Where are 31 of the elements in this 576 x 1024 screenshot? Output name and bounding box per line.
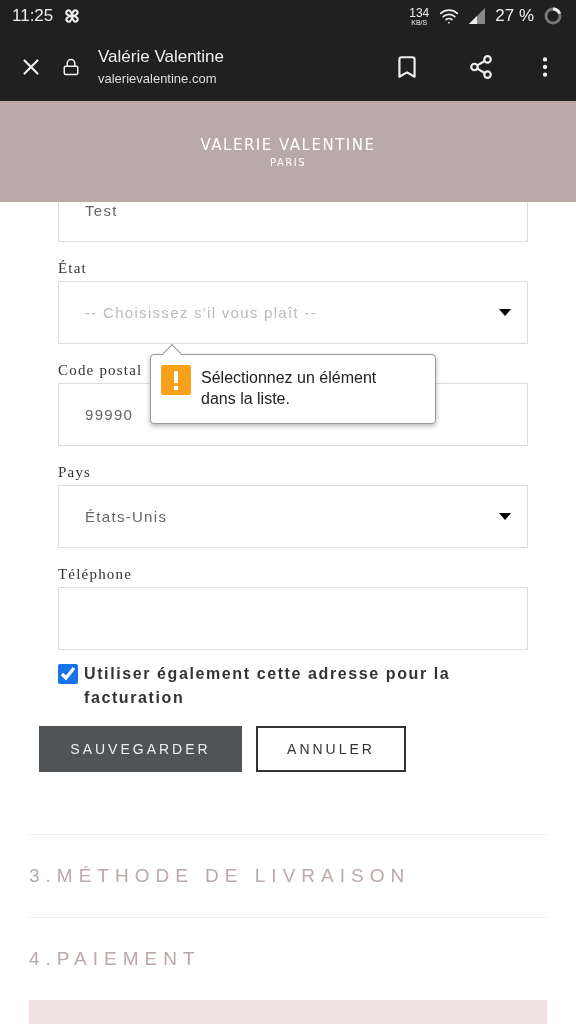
pinwheel-icon [63,7,82,25]
billing-checkbox[interactable] [58,664,78,684]
clock: 11:25 [12,6,54,26]
field-label: État [58,260,87,277]
caret-icon [499,309,511,316]
select-field[interactable]: États-Unis [58,485,528,548]
input-field[interactable]: Test [58,202,528,242]
field-label: Code postal [58,362,143,379]
brand-city: PARIS [270,156,306,168]
field-label: Téléphone [58,566,133,583]
select-value: États-Unis [85,508,169,525]
cancel-button[interactable]: ANNULER [256,726,406,772]
input-value: Test [85,202,119,219]
page-url: valerievalentine.com [98,71,218,86]
select-placeholder: -- Choisissez s'il vous plaît -- [85,304,318,321]
wifi-icon [439,6,460,26]
battery-ring-icon [544,7,562,25]
brand-logo: VALERIE VALENTINE [200,135,376,154]
save-button[interactable]: SAUVEGARDER [39,726,242,772]
battery-text: 27 % [495,6,534,26]
share-icon[interactable] [468,53,494,80]
page-title: Valérie Valentine [98,47,225,67]
field-label: Pays [58,464,92,481]
checkbox-label: Utiliser également cette adresse pour la facturation [84,664,452,708]
tooltip-message: Sélectionnez un élément dans la liste. [201,368,378,409]
caret-icon [499,513,511,520]
lock-icon [62,57,80,76]
input-field[interactable] [58,587,528,650]
warning-icon [161,365,191,395]
input-value: 99990 [85,406,135,423]
signal-icon [469,8,486,24]
